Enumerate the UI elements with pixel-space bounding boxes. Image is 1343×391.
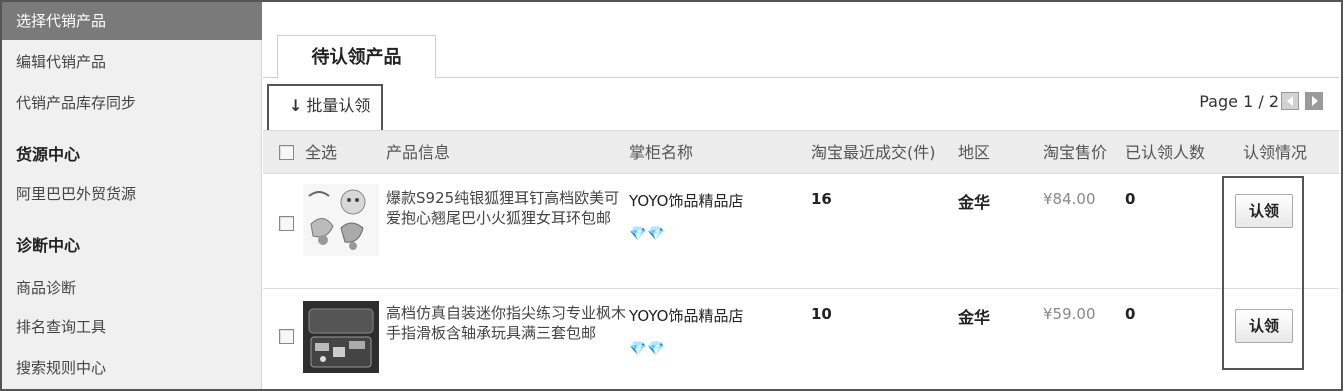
sidebar-item-search-rules[interactable]: 搜索规则中心 — [2, 349, 262, 387]
batch-claim-label: 批量认领 — [306, 96, 371, 115]
sidebar-item-edit-products[interactable]: 编辑代销产品 — [2, 43, 262, 81]
header-price: 淘宝售价 — [1043, 143, 1108, 162]
batch-claim-icon: ↓ — [289, 96, 303, 115]
row-checkbox[interactable] — [279, 329, 294, 344]
region: 金华 — [958, 308, 991, 327]
region: 金华 — [958, 193, 991, 212]
table-row: 高档仿真自装迷你指尖练习专业枫木手指滑板含轴承玩具满三套包邮 YOYO饰品精品店… — [263, 288, 1339, 391]
tab-bar: 待认领产品 — [263, 2, 1339, 79]
sidebar-item-ranking-tool[interactable]: 排名查询工具 — [2, 308, 262, 346]
sidebar-item-select-products[interactable]: 选择代销产品 — [2, 2, 262, 40]
header-claimed-count: 已认领人数 — [1125, 143, 1206, 162]
shop-name[interactable]: YOYO饰品精品店 — [629, 305, 743, 326]
header-claim-status: 认领情况 — [1243, 143, 1308, 162]
product-thumbnail[interactable] — [303, 301, 379, 373]
product-title[interactable]: 高档仿真自装迷你指尖练习专业枫木手指滑板含轴承玩具满三套包邮 — [386, 303, 631, 343]
shop-name[interactable]: YOYO饰品精品店 — [629, 190, 743, 211]
product-thumbnail[interactable] — [303, 184, 379, 256]
recent-sales: 10 — [811, 305, 832, 323]
tab-pending-claim[interactable]: 待认领产品 — [277, 35, 436, 79]
batch-claim-button[interactable]: ↓ 批量认领 — [289, 92, 370, 116]
product-title[interactable]: 爆款S925纯银狐狸耳钉高档欧美可爱抱心翘尾巴小火狐狸女耳环包邮 — [386, 188, 631, 228]
row-checkbox[interactable] — [279, 216, 294, 231]
header-shop-name: 掌柜名称 — [629, 143, 694, 162]
header-region: 地区 — [958, 143, 991, 162]
header-product-info: 产品信息 — [386, 143, 451, 162]
claimed-count: 0 — [1125, 305, 1136, 323]
sidebar-item-stock-sync[interactable]: 代销产品库存同步 — [2, 84, 262, 122]
prev-arrow-icon — [1287, 96, 1293, 106]
table-row: 爆款S925纯银狐狸耳钉高档欧美可爱抱心翘尾巴小火狐狸女耳环包邮 YOYO饰品精… — [263, 176, 1339, 288]
sidebar: 选择代销产品 编辑代销产品 代销产品库存同步 货源中心 阿里巴巴外贸货源 诊断中… — [2, 2, 262, 389]
sidebar-item-product-diagnosis[interactable]: 商品诊断 — [2, 269, 262, 307]
claim-column-highlight-box — [1222, 176, 1304, 370]
next-page-button[interactable] — [1305, 92, 1323, 110]
sidebar-heading-diagnosis: 诊断中心 — [16, 236, 81, 255]
shop-rating-diamond-icon: 💎💎 — [629, 226, 666, 242]
recent-sales: 16 — [811, 190, 832, 208]
page-indicator: Page 1 / 2 — [1199, 92, 1279, 111]
price: ¥84.00 — [1043, 190, 1096, 208]
header-recent-sales: 淘宝最近成交(件) — [811, 143, 936, 162]
shop-rating-diamond-icon: 💎💎 — [629, 341, 666, 357]
sidebar-heading-supply: 货源中心 — [16, 145, 81, 164]
claimed-count: 0 — [1125, 190, 1136, 208]
header-select-all[interactable]: 全选 — [305, 131, 337, 175]
sidebar-item-alibaba-supply[interactable]: 阿里巴巴外贸货源 — [2, 175, 262, 213]
price: ¥59.00 — [1043, 305, 1096, 323]
prev-page-button[interactable] — [1281, 92, 1299, 110]
next-arrow-icon — [1312, 96, 1318, 106]
table-header: 全选 产品信息 掌柜名称 淘宝最近成交(件) 地区 淘宝售价 已认领人数 认领情… — [263, 130, 1339, 174]
main-panel: 待认领产品 ↓ 批量认领 Page 1 / 2 全选 产品信息 掌柜名称 淘宝最近… — [263, 2, 1339, 389]
select-all-checkbox[interactable] — [279, 145, 294, 160]
